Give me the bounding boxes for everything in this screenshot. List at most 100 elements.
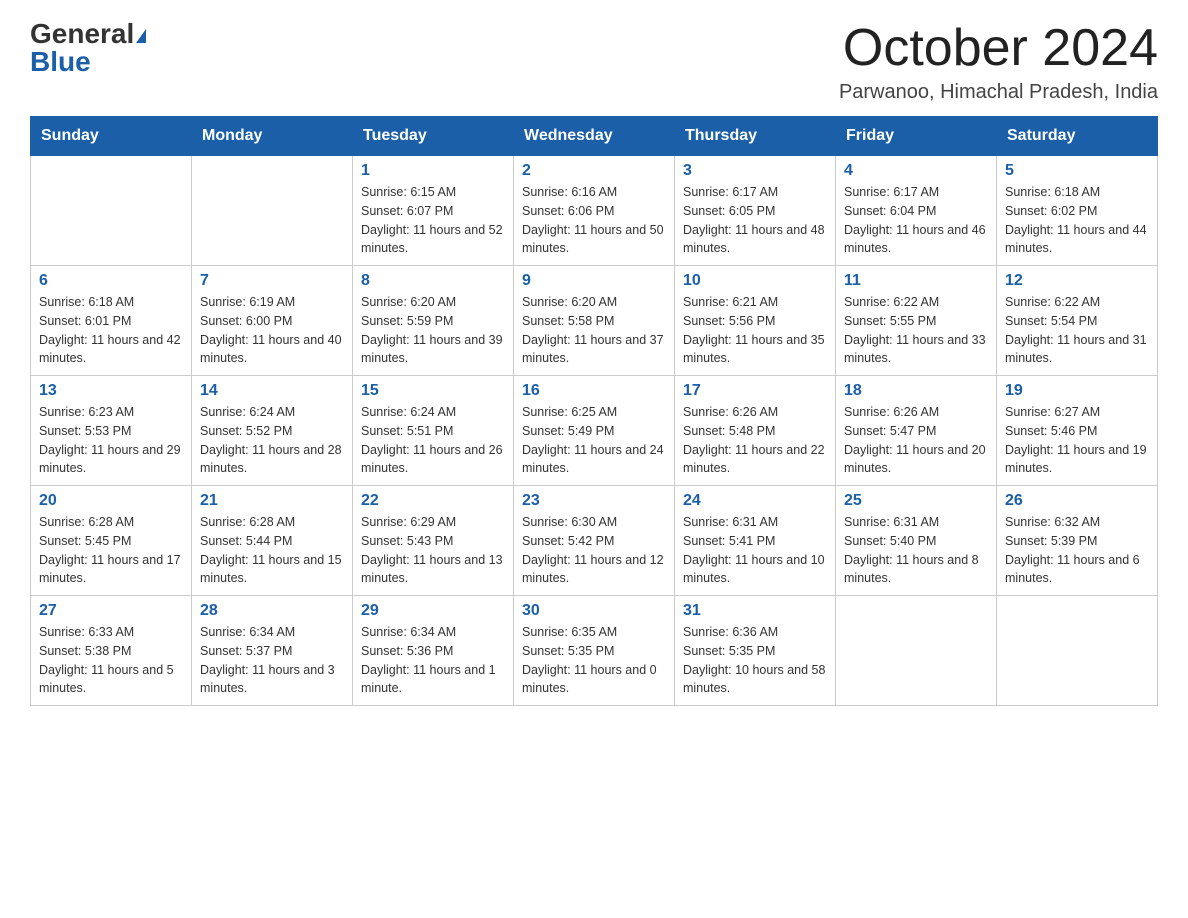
calendar-cell [31, 156, 192, 266]
calendar-cell: 19Sunrise: 6:27 AMSunset: 5:46 PMDayligh… [997, 376, 1158, 486]
calendar-cell: 13 Sunrise: 6:23 AMSunset: 5:53 PMDayligh… [31, 376, 192, 486]
day-info: Sunrise: 6:20 AMSunset: 5:58 PMDaylight:… [522, 293, 666, 368]
day-info: Sunrise: 6:26 AMSunset: 5:48 PMDaylight:… [683, 403, 827, 478]
day-number: 18 [844, 382, 988, 400]
calendar-cell: 23Sunrise: 6:30 AMSunset: 5:42 PMDayligh… [514, 486, 675, 596]
day-info: Sunrise: 6:28 AMSunset: 5:44 PMDaylight:… [200, 513, 344, 588]
day-number: 25 [844, 492, 988, 510]
day-info: Sunrise: 6:22 AMSunset: 5:54 PMDaylight:… [1005, 293, 1149, 368]
day-number: 23 [522, 492, 666, 510]
day-info: Sunrise: 6:18 AMSunset: 6:01 PMDaylight:… [39, 293, 183, 368]
day-info: Sunrise: 6:22 AMSunset: 5:55 PMDaylight:… [844, 293, 988, 368]
logo-line1: General [30, 20, 146, 48]
calendar-cell: 4 Sunrise: 6:17 AMSunset: 6:04 PMDaylight… [836, 156, 997, 266]
day-info: Sunrise: 6:24 AMSunset: 5:51 PMDaylight:… [361, 403, 505, 478]
calendar-cell: 26 Sunrise: 6:32 AMSunset: 5:39 PMDayligh… [997, 486, 1158, 596]
day-number: 10 [683, 272, 827, 290]
day-number: 4 [844, 162, 988, 180]
calendar-cell [192, 156, 353, 266]
day-info: Sunrise: 6:17 AMSunset: 6:04 PMDaylight:… [844, 183, 988, 258]
calendar-cell: 8 Sunrise: 6:20 AMSunset: 5:59 PMDaylight… [353, 266, 514, 376]
calendar-cell: 5 Sunrise: 6:18 AMSunset: 6:02 PMDaylight… [997, 156, 1158, 266]
day-info: Sunrise: 6:17 AMSunset: 6:05 PMDaylight:… [683, 183, 827, 258]
calendar-cell: 30Sunrise: 6:35 AMSunset: 5:35 PMDayligh… [514, 596, 675, 706]
month-title: October 2024 [839, 20, 1158, 77]
day-number: 2 [522, 162, 666, 180]
week-row-5: 27 Sunrise: 6:33 AMSunset: 5:38 PMDayligh… [31, 596, 1158, 706]
day-number: 6 [39, 272, 183, 290]
day-number: 9 [522, 272, 666, 290]
day-info: Sunrise: 6:31 AMSunset: 5:41 PMDaylight:… [683, 513, 827, 588]
day-number: 31 [683, 602, 827, 620]
day-number: 12 [1005, 272, 1149, 290]
calendar-cell: 14 Sunrise: 6:24 AMSunset: 5:52 PMDayligh… [192, 376, 353, 486]
day-info: Sunrise: 6:18 AMSunset: 6:02 PMDaylight:… [1005, 183, 1149, 258]
calendar-cell: 16Sunrise: 6:25 AMSunset: 5:49 PMDayligh… [514, 376, 675, 486]
day-info: Sunrise: 6:15 AMSunset: 6:07 PMDaylight:… [361, 183, 505, 258]
day-number: 14 [200, 382, 344, 400]
week-row-3: 13 Sunrise: 6:23 AMSunset: 5:53 PMDayligh… [31, 376, 1158, 486]
calendar-cell: 1 Sunrise: 6:15 AMSunset: 6:07 PMDaylight… [353, 156, 514, 266]
day-info: Sunrise: 6:23 AMSunset: 5:53 PMDaylight:… [39, 403, 183, 478]
day-info: Sunrise: 6:27 AMSunset: 5:46 PMDaylight:… [1005, 403, 1149, 478]
week-row-4: 20 Sunrise: 6:28 AMSunset: 5:45 PMDayligh… [31, 486, 1158, 596]
day-header-saturday: Saturday [997, 117, 1158, 156]
logo-line2: Blue [30, 48, 91, 76]
calendar-cell: 22Sunrise: 6:29 AMSunset: 5:43 PMDayligh… [353, 486, 514, 596]
calendar-cell: 25 Sunrise: 6:31 AMSunset: 5:40 PMDayligh… [836, 486, 997, 596]
location-title: Parwanoo, Himachal Pradesh, India [839, 81, 1158, 104]
calendar-cell: 27 Sunrise: 6:33 AMSunset: 5:38 PMDayligh… [31, 596, 192, 706]
calendar-cell: 24 Sunrise: 6:31 AMSunset: 5:41 PMDayligh… [675, 486, 836, 596]
week-row-2: 6 Sunrise: 6:18 AMSunset: 6:01 PMDaylight… [31, 266, 1158, 376]
day-number: 8 [361, 272, 505, 290]
day-header-monday: Monday [192, 117, 353, 156]
day-info: Sunrise: 6:19 AMSunset: 6:00 PMDaylight:… [200, 293, 344, 368]
day-header-friday: Friday [836, 117, 997, 156]
day-info: Sunrise: 6:28 AMSunset: 5:45 PMDaylight:… [39, 513, 183, 588]
day-info: Sunrise: 6:31 AMSunset: 5:40 PMDaylight:… [844, 513, 988, 588]
day-number: 13 [39, 382, 183, 400]
day-info: Sunrise: 6:24 AMSunset: 5:52 PMDaylight:… [200, 403, 344, 478]
day-number: 24 [683, 492, 827, 510]
calendar-table: SundayMondayTuesdayWednesdayThursdayFrid… [30, 116, 1158, 706]
week-row-1: 1 Sunrise: 6:15 AMSunset: 6:07 PMDaylight… [31, 156, 1158, 266]
day-number: 29 [361, 602, 505, 620]
day-number: 5 [1005, 162, 1149, 180]
calendar-cell: 18Sunrise: 6:26 AMSunset: 5:47 PMDayligh… [836, 376, 997, 486]
day-number: 20 [39, 492, 183, 510]
logo: General Blue [30, 20, 146, 76]
day-info: Sunrise: 6:35 AMSunset: 5:35 PMDaylight:… [522, 623, 666, 698]
day-number: 7 [200, 272, 344, 290]
day-number: 28 [200, 602, 344, 620]
day-number: 21 [200, 492, 344, 510]
day-info: Sunrise: 6:33 AMSunset: 5:38 PMDaylight:… [39, 623, 183, 698]
day-info: Sunrise: 6:32 AMSunset: 5:39 PMDaylight:… [1005, 513, 1149, 588]
day-number: 16 [522, 382, 666, 400]
calendar-cell: 2 Sunrise: 6:16 AMSunset: 6:06 PMDaylight… [514, 156, 675, 266]
calendar-cell: 3 Sunrise: 6:17 AMSunset: 6:05 PMDaylight… [675, 156, 836, 266]
day-header-thursday: Thursday [675, 117, 836, 156]
day-number: 11 [844, 272, 988, 290]
day-number: 17 [683, 382, 827, 400]
day-number: 3 [683, 162, 827, 180]
calendar-body: 1 Sunrise: 6:15 AMSunset: 6:07 PMDaylight… [31, 156, 1158, 706]
calendar-cell: 7 Sunrise: 6:19 AMSunset: 6:00 PMDaylight… [192, 266, 353, 376]
calendar-cell: 20 Sunrise: 6:28 AMSunset: 5:45 PMDayligh… [31, 486, 192, 596]
day-number: 27 [39, 602, 183, 620]
day-number: 26 [1005, 492, 1149, 510]
calendar-cell: 21 Sunrise: 6:28 AMSunset: 5:44 PMDayligh… [192, 486, 353, 596]
title-area: October 2024 Parwanoo, Himachal Pradesh,… [839, 20, 1158, 104]
day-info: Sunrise: 6:34 AMSunset: 5:37 PMDaylight:… [200, 623, 344, 698]
calendar-cell [836, 596, 997, 706]
calendar-cell: 10Sunrise: 6:21 AMSunset: 5:56 PMDayligh… [675, 266, 836, 376]
calendar-cell: 31 Sunrise: 6:36 AMSunset: 5:35 PMDayligh… [675, 596, 836, 706]
day-info: Sunrise: 6:20 AMSunset: 5:59 PMDaylight:… [361, 293, 505, 368]
day-info: Sunrise: 6:34 AMSunset: 5:36 PMDaylight:… [361, 623, 505, 698]
calendar-cell: 28 Sunrise: 6:34 AMSunset: 5:37 PMDayligh… [192, 596, 353, 706]
day-number: 1 [361, 162, 505, 180]
calendar-cell: 29 Sunrise: 6:34 AMSunset: 5:36 PMDayligh… [353, 596, 514, 706]
day-info: Sunrise: 6:16 AMSunset: 6:06 PMDaylight:… [522, 183, 666, 258]
day-info: Sunrise: 6:36 AMSunset: 5:35 PMDaylight:… [683, 623, 827, 698]
day-header-sunday: Sunday [31, 117, 192, 156]
calendar-cell: 9 Sunrise: 6:20 AMSunset: 5:58 PMDaylight… [514, 266, 675, 376]
